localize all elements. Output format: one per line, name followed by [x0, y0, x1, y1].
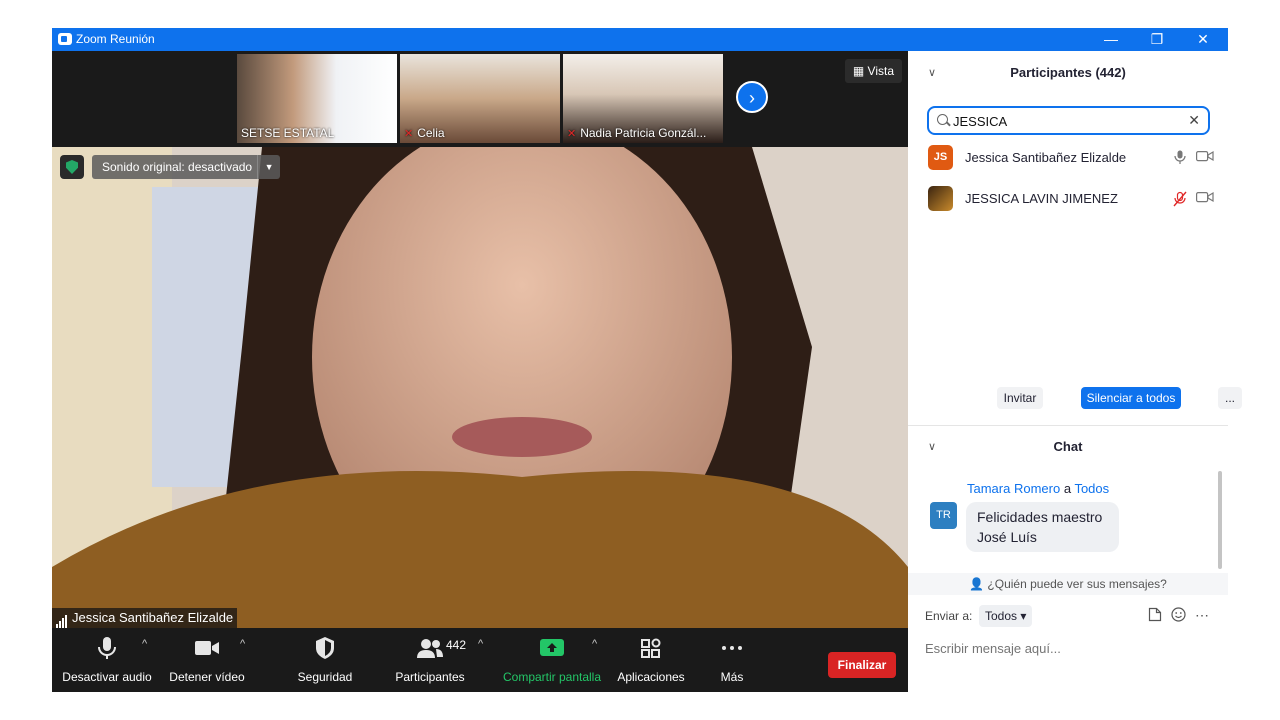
participant-row[interactable]: JS Jessica Santibañez Elizalde [908, 138, 1228, 178]
mute-button[interactable]: Desactivar audio [62, 636, 152, 684]
apps-button[interactable]: Aplicaciones [606, 636, 696, 684]
participants-header: ∨ Participantes (442) [908, 51, 1228, 95]
participants-count: 442 [446, 638, 467, 652]
video-camera-icon[interactable] [1196, 150, 1214, 162]
share-label: Compartir pantalla [502, 670, 602, 684]
apps-icon [641, 638, 661, 658]
recipient-name[interactable]: Todos [1074, 481, 1109, 496]
microphone-icon [98, 637, 116, 659]
signal-icon [56, 608, 68, 628]
view-button[interactable]: ▦ Vista [844, 59, 902, 83]
chat-message: Felicidades maestro José Luís [966, 502, 1119, 552]
title-bar: Zoom Reunión — ❐ ✕ [52, 28, 1228, 51]
send-to-select[interactable]: Todos ▾ [979, 605, 1033, 627]
speaker-video-frame [52, 147, 908, 628]
mute-label: Desactivar audio [62, 670, 152, 684]
file-icon[interactable] [1148, 607, 1162, 622]
clear-search-icon[interactable]: ✕ [1188, 112, 1200, 129]
avatar [928, 186, 953, 211]
chevron-down-icon[interactable]: ▼ [257, 155, 280, 179]
share-screen-icon [540, 639, 564, 656]
share-screen-button[interactable]: Compartir pantalla [503, 636, 601, 684]
participants-title: Participantes (442) [1010, 65, 1126, 80]
emoji-icon[interactable] [1171, 607, 1186, 622]
grid-icon: ▦ [852, 64, 868, 78]
video-camera-icon [195, 641, 219, 655]
message-visibility-info[interactable]: 👤 ¿Quién puede ver sus mensajes? [908, 573, 1228, 595]
participants-options-chevron[interactable]: ^ [478, 638, 483, 650]
video-thumbnail[interactable]: ✕ Nadia Patricia Gonzál... [563, 54, 723, 143]
more-dots-icon [722, 646, 742, 650]
participants-label: Participantes [395, 670, 465, 684]
video-thumbnail[interactable]: ✕ Celia [400, 54, 560, 143]
invite-button[interactable]: Invitar [997, 387, 1043, 409]
chat-scrollbar[interactable] [1218, 471, 1222, 569]
participant-name: Jessica Santibañez Elizalde [965, 150, 1127, 165]
video-stage: SETSE ESTATAL ✕ Celia ✕ Nadia Patricia Gon… [52, 51, 908, 628]
audio-options-chevron[interactable]: ^ [142, 638, 147, 650]
video-camera-icon[interactable] [1196, 191, 1214, 203]
stop-video-button[interactable]: Detener vídeo [162, 636, 252, 684]
minimize-button[interactable]: — [1088, 28, 1134, 51]
message-sender: Tamara Romero a Todos [967, 481, 1109, 496]
chat-header: ∨ Chat [908, 425, 1228, 469]
share-options-chevron[interactable]: ^ [592, 638, 597, 650]
zoom-window: Zoom Reunión — ❐ ✕ SETSE ESTATAL ✕ Celia … [52, 28, 1242, 692]
meeting-toolbar: Desactivar audio ^ Detener vídeo ^ Segur… [52, 628, 908, 692]
more-dots-icon[interactable]: ⋯ [1195, 607, 1209, 624]
sender-connector: a [1063, 481, 1072, 496]
thumbnail-name: ✕ Celia [404, 126, 445, 140]
send-to-label: Enviar a: [925, 609, 973, 623]
search-input[interactable] [953, 111, 1173, 131]
encryption-badge[interactable] [60, 155, 84, 179]
active-speaker-label: Jessica Santibañez Elizalde [52, 608, 238, 628]
mic-muted-icon: ✕ [567, 128, 577, 140]
video-options-chevron[interactable]: ^ [240, 638, 245, 650]
chevron-down-icon: ▾ [1020, 609, 1027, 623]
thumbnail-name: ✕ Nadia Patricia Gonzál... [567, 126, 707, 140]
original-sound-label: Sonido original: desactivado [102, 160, 253, 174]
participants-more-button[interactable]: ... [1218, 387, 1242, 409]
restore-button[interactable]: ❐ [1134, 28, 1180, 51]
microphone-icon[interactable] [1174, 150, 1186, 164]
chat-message-input[interactable] [925, 641, 1215, 656]
window-title: Zoom Reunión [76, 32, 155, 46]
search-icon [937, 114, 948, 125]
shield-icon [66, 160, 78, 174]
mute-all-button[interactable]: Silenciar a todos [1081, 387, 1181, 409]
avatar: JS [928, 145, 953, 170]
chat-title: Chat [1053, 439, 1083, 454]
video-thumbnail[interactable]: SETSE ESTATAL [237, 54, 397, 143]
chevron-down-icon[interactable]: ∨ [928, 51, 936, 95]
avatar: TR [930, 502, 957, 529]
close-button[interactable]: ✕ [1180, 28, 1226, 51]
participant-name: JESSICA LAVIN JIMENEZ [965, 191, 1118, 206]
user-icon: 👤 [969, 577, 988, 591]
chevron-right-icon: › [749, 88, 755, 108]
end-meeting-button[interactable]: Finalizar [828, 652, 896, 678]
original-sound-toggle[interactable]: Sonido original: desactivado ▼ [92, 155, 281, 179]
thumbnail-name: SETSE ESTATAL [241, 126, 335, 140]
thumbnail-strip: SETSE ESTATAL ✕ Celia ✕ Nadia Patricia Gon… [52, 51, 908, 147]
more-button[interactable]: Más [687, 636, 777, 684]
active-speaker-video: Sonido original: desactivado ▼ Jessica S… [52, 147, 908, 628]
video-label: Detener vídeo [169, 670, 245, 684]
security-button[interactable]: Seguridad [280, 636, 370, 684]
shield-icon [316, 637, 334, 659]
side-panel: ∨ Participantes (442) ✕ JS Jessica Santi… [908, 51, 1242, 692]
apps-label: Aplicaciones [617, 670, 685, 684]
next-page-button[interactable]: › [736, 81, 768, 113]
mic-muted-icon[interactable] [1172, 191, 1188, 207]
participant-search[interactable]: ✕ [927, 106, 1210, 135]
participants-icon [417, 639, 443, 658]
zoom-app-icon [58, 33, 72, 45]
more-label: Más [720, 670, 744, 684]
participant-row[interactable]: JESSICA LAVIN JIMENEZ [908, 179, 1228, 219]
security-label: Seguridad [297, 670, 353, 684]
chevron-down-icon[interactable]: ∨ [928, 425, 936, 469]
mic-muted-icon: ✕ [404, 128, 414, 140]
sender-name[interactable]: Tamara Romero [967, 481, 1060, 496]
